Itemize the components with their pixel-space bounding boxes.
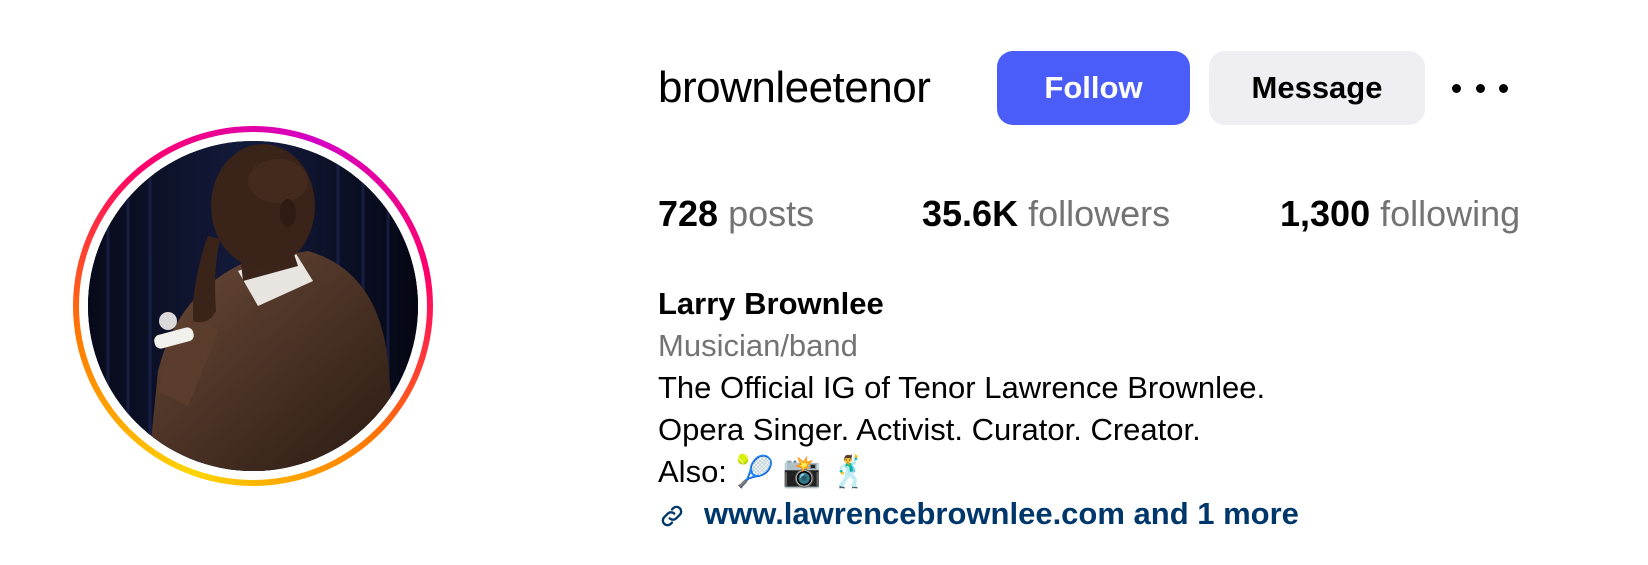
more-dot [1452, 83, 1461, 93]
bio-link-text: www.lawrencebrownlee.com and 1 more [704, 496, 1299, 531]
bio-text-line: The Official IG of Tenor Lawrence Brownl… [658, 370, 1266, 405]
following-label: following [1380, 193, 1521, 234]
avatar[interactable] [88, 141, 418, 471]
bio-link[interactable]: www.lawrencebrownlee.com and 1 more [658, 494, 1299, 534]
followers-count: 35.6K [922, 193, 1019, 234]
stat-following[interactable]: 1,300 following [1280, 190, 1520, 238]
bio-text-line: Opera Singer. Activist. Curator. Creator… [658, 412, 1201, 447]
bio-text-line: Also: 🎾 📸 🕺 [658, 454, 869, 489]
stat-posts: 728 posts [658, 190, 814, 238]
following-count: 1,300 [1280, 193, 1371, 234]
message-button[interactable]: Message [1209, 51, 1425, 125]
profile-full-name: Larry Brownlee [658, 286, 884, 321]
avatar-photo [88, 141, 418, 471]
follow-button[interactable]: Follow [997, 51, 1190, 125]
profile-username: brownleetenor [658, 63, 931, 112]
more-dot [1499, 83, 1508, 93]
more-dot [1475, 83, 1485, 93]
link-icon [658, 500, 686, 528]
posts-label: posts [728, 193, 815, 234]
posts-count: 728 [658, 193, 719, 234]
story-ring[interactable] [73, 126, 433, 486]
stat-followers[interactable]: 35.6K followers [922, 190, 1170, 238]
more-options-icon[interactable] [1452, 72, 1508, 104]
profile-category: Musician/band [658, 328, 858, 363]
followers-label: followers [1028, 193, 1171, 234]
